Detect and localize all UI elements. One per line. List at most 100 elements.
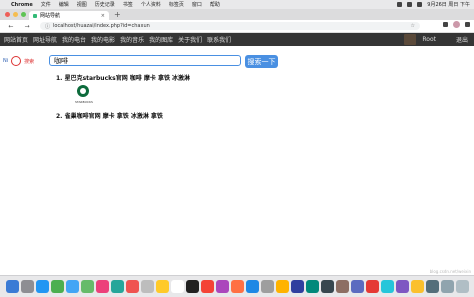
search-icon[interactable] [417,2,423,7]
finder-icon[interactable] [6,280,19,293]
logo-text-right: 搜索 [24,58,35,65]
downloads-icon[interactable] [441,280,454,293]
logo-text-left: Ni [3,58,9,64]
forward-button[interactable]: → [22,23,32,30]
browser-tab[interactable]: 网站导航 × [29,11,109,20]
minimize-window-button[interactable] [13,12,18,17]
menu-tabs[interactable]: 标签页 [169,1,184,8]
trash-icon[interactable] [456,280,469,293]
chrome-icon[interactable] [411,280,424,293]
result-number: 1. [56,75,63,82]
menu-edit[interactable]: 编辑 [59,1,69,8]
result-number: 2. [56,113,63,120]
terminal-icon[interactable] [321,280,334,293]
appletv-icon[interactable] [186,280,199,293]
nav-radio[interactable]: 我的电台 [62,35,86,44]
app-icon-4[interactable] [336,280,349,293]
app-icon-9[interactable] [426,280,439,293]
menu-app-name[interactable]: Chrome [11,2,33,8]
menubar-status: 9月26日 周日 下午 [397,0,470,9]
menu-bookmarks[interactable]: 书签 [123,1,133,8]
nav-gallery[interactable]: 我的图库 [149,35,173,44]
result-item[interactable]: 2. 雀巢咖啡官网 摩卡 拿铁 冰激淋 拿铁 [56,111,190,120]
toolbar-right [443,21,470,28]
nav-contact[interactable]: 联系我们 [207,35,231,44]
calendar-icon[interactable] [126,280,139,293]
facetime-icon[interactable] [111,280,124,293]
reminders-icon[interactable] [171,280,184,293]
result-title-link[interactable]: 雀巢咖啡官网 摩卡 拿铁 冰激淋 拿铁 [65,113,163,120]
app-icon-3[interactable] [306,280,319,293]
result-title-link[interactable]: 星巴克starbucks官网 咖啡 摩卡 拿铁 冰激淋 [65,75,191,82]
tab-favicon-icon [33,13,37,18]
browser-toolbar: ← → C ⓘ localhost/huazai/index.php?id=ch… [0,20,474,33]
logo-caption: STARBUCKS [75,100,93,104]
search-button[interactable]: 搜索一下 [245,55,278,68]
app-icon-2[interactable] [291,280,304,293]
menu-file[interactable]: 文件 [41,1,51,8]
app-icon-8[interactable] [396,280,409,293]
menu-history[interactable]: 历史记录 [95,1,115,8]
logout-link[interactable]: 退出 [456,35,468,44]
tab-strip: 网站导航 × + [0,9,474,20]
search-logo: Ni 搜索 [3,56,47,66]
profile-avatar[interactable] [453,21,460,28]
nav-music[interactable]: 我的音乐 [120,35,144,44]
starbucks-logo-icon[interactable] [77,85,89,97]
tab-title: 网站导航 [40,13,61,19]
wifi-icon[interactable] [407,2,413,7]
search-input[interactable]: 咖啡 [49,55,241,66]
photos-icon[interactable] [96,280,109,293]
app-icon-1[interactable] [276,280,289,293]
launchpad-icon[interactable] [21,280,34,293]
macos-menubar: Chrome 文件 编辑 视图 历史记录 书签 个人资料 标签页 窗口 帮助 9… [0,0,474,9]
macos-dock [0,275,474,297]
contacts-icon[interactable] [141,280,154,293]
url-text[interactable]: localhost/huazai/index.php?id=chaxun [53,23,150,29]
nav-about[interactable]: 关于我们 [178,35,202,44]
menu-view[interactable]: 视图 [77,1,87,8]
site-navigation: 网站首页 网址导航 我的电台 我的电影 我的音乐 我的图库 关于我们 联系我们 … [0,33,474,46]
info-icon: ⓘ [45,23,51,30]
extensions-icon[interactable] [443,22,448,27]
watermark: blog.csdn.net/weixin [429,269,471,274]
app-icon-5[interactable] [351,280,364,293]
zoom-window-button[interactable] [21,12,26,17]
menu-window[interactable]: 窗口 [192,1,202,8]
nav-movies[interactable]: 我的电影 [91,35,115,44]
username[interactable]: Root [422,36,436,43]
maps-icon[interactable] [81,280,94,293]
user-area: Root 退出 [404,33,468,46]
status-app-icon[interactable] [397,2,403,7]
podcasts-icon[interactable] [216,280,229,293]
appstore-icon[interactable] [246,280,259,293]
menu-help[interactable]: 帮助 [210,1,220,8]
logo-circle-icon [11,56,22,66]
dock-items [6,280,469,293]
app-icon-7[interactable] [381,280,394,293]
mail-icon[interactable] [66,280,79,293]
new-tab-button[interactable]: + [114,10,121,19]
safari-icon[interactable] [36,280,49,293]
close-window-button[interactable] [5,12,10,17]
nav-directory[interactable]: 网址导航 [33,35,57,44]
window-controls [5,12,26,17]
news-icon[interactable] [231,280,244,293]
menu-profile[interactable]: 个人资料 [141,1,161,8]
app-icon-6[interactable] [366,280,379,293]
user-avatar[interactable] [404,34,417,45]
result-item[interactable]: 1. 星巴克starbucks官网 咖啡 摩卡 拿铁 冰激淋 [56,73,190,82]
menubar-clock[interactable]: 9月26日 周日 下午 [427,1,470,8]
settings-icon[interactable] [261,280,274,293]
nav-home[interactable]: 网站首页 [4,35,28,44]
bookmark-star-icon[interactable]: ☆ [411,23,415,29]
messages-icon[interactable] [51,280,64,293]
back-button[interactable]: ← [6,23,16,30]
notes-icon[interactable] [156,280,169,293]
more-menu-icon[interactable] [465,22,470,27]
music-icon[interactable] [201,280,214,293]
close-tab-icon[interactable]: × [101,13,105,19]
address-bar[interactable]: ⓘ localhost/huazai/index.php?id=chaxun ☆ [40,22,420,30]
results-list: 1. 星巴克starbucks官网 咖啡 摩卡 拿铁 冰激淋 STARBUCKS… [56,73,190,122]
search-query[interactable]: 咖啡 [54,56,68,66]
